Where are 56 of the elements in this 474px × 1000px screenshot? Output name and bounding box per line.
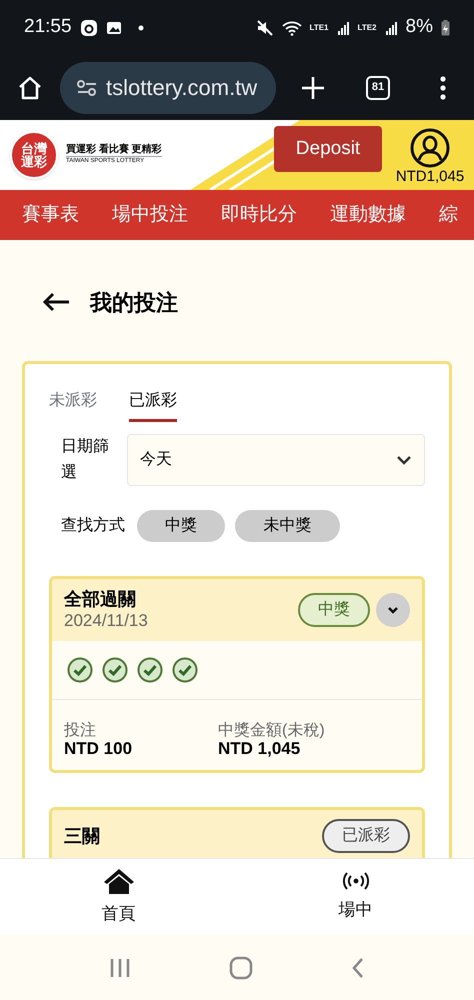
site-settings-icon[interactable] — [76, 78, 98, 96]
network-label: LTE2 — [358, 23, 378, 32]
filter-chip[interactable]: 中獎 — [137, 510, 225, 542]
expand-button[interactable] — [376, 593, 410, 627]
nav-link[interactable]: 賽事表 — [22, 200, 79, 230]
chevron-down-icon — [387, 606, 399, 614]
back-arrow-icon[interactable] — [42, 292, 70, 312]
app-icon — [80, 18, 98, 36]
nav-link[interactable]: 運動數據 — [330, 200, 406, 230]
page-title: 我的投注 — [90, 288, 178, 316]
nav-link[interactable]: 綜 — [439, 200, 458, 230]
nav-link[interactable]: 場中投注 — [112, 200, 188, 230]
filter-chip[interactable]: 未中獎 — [235, 510, 340, 542]
bottom-nav-tab[interactable]: 首頁 — [0, 859, 237, 935]
deposit-button[interactable]: Deposit — [274, 126, 382, 172]
signal-icon — [386, 20, 398, 34]
back-icon[interactable] — [351, 956, 365, 978]
broadcast-icon — [342, 871, 368, 892]
bet-title: 三關 — [64, 825, 101, 847]
wifi-icon — [282, 20, 302, 36]
nav-link[interactable]: 即時比分 — [221, 200, 297, 230]
status-badge: 已派彩 — [322, 819, 410, 853]
new-tab-icon[interactable] — [300, 74, 326, 100]
account-icon[interactable] — [410, 128, 450, 168]
field-label: 日期篩選 — [61, 437, 110, 483]
home-button-icon[interactable] — [229, 956, 253, 980]
notification-dot-icon — [138, 24, 144, 30]
tab-count-button[interactable]: 81 — [366, 76, 390, 100]
bet-date: 2024/11/13 — [64, 610, 149, 632]
amount-label: 中獎金額(未稅) — [218, 722, 325, 740]
status-badge: 中獎 — [298, 593, 370, 627]
home-icon — [102, 867, 136, 896]
tab[interactable]: 已派彩 — [129, 389, 177, 422]
amount-value: NTD 1,045 — [218, 740, 302, 758]
address-bar[interactable]: tslottery.com.tw — [60, 62, 276, 114]
mute-icon — [256, 18, 274, 36]
bottom-nav-tab[interactable]: 場中 — [237, 859, 474, 935]
bet-title: 全部過關 — [64, 588, 137, 610]
amount-value: NTD 100 — [64, 740, 134, 758]
tab[interactable]: 未派彩 — [49, 389, 97, 422]
amount-label: 投注 — [64, 722, 97, 740]
url-text: tslottery.com.tw — [106, 74, 258, 102]
menu-icon[interactable] — [440, 76, 446, 100]
field-label: 查找方式 — [61, 516, 125, 536]
network-label: LTE1 — [310, 23, 330, 32]
recent-apps-icon[interactable] — [109, 958, 131, 978]
date-select[interactable]: 今天 — [127, 434, 425, 486]
balance-text: NTD1,045 — [396, 168, 464, 186]
signal-icon — [338, 20, 350, 34]
battery-percent: 8% — [406, 15, 433, 40]
logo[interactable]: 台灣運彩 — [10, 131, 58, 179]
tagline: 買運彩 看比賽 更精彩 — [66, 144, 162, 157]
image-icon — [106, 20, 122, 34]
chevron-down-icon — [396, 455, 412, 465]
clock-time: 21:55 — [24, 15, 72, 40]
battery-icon — [441, 20, 450, 36]
